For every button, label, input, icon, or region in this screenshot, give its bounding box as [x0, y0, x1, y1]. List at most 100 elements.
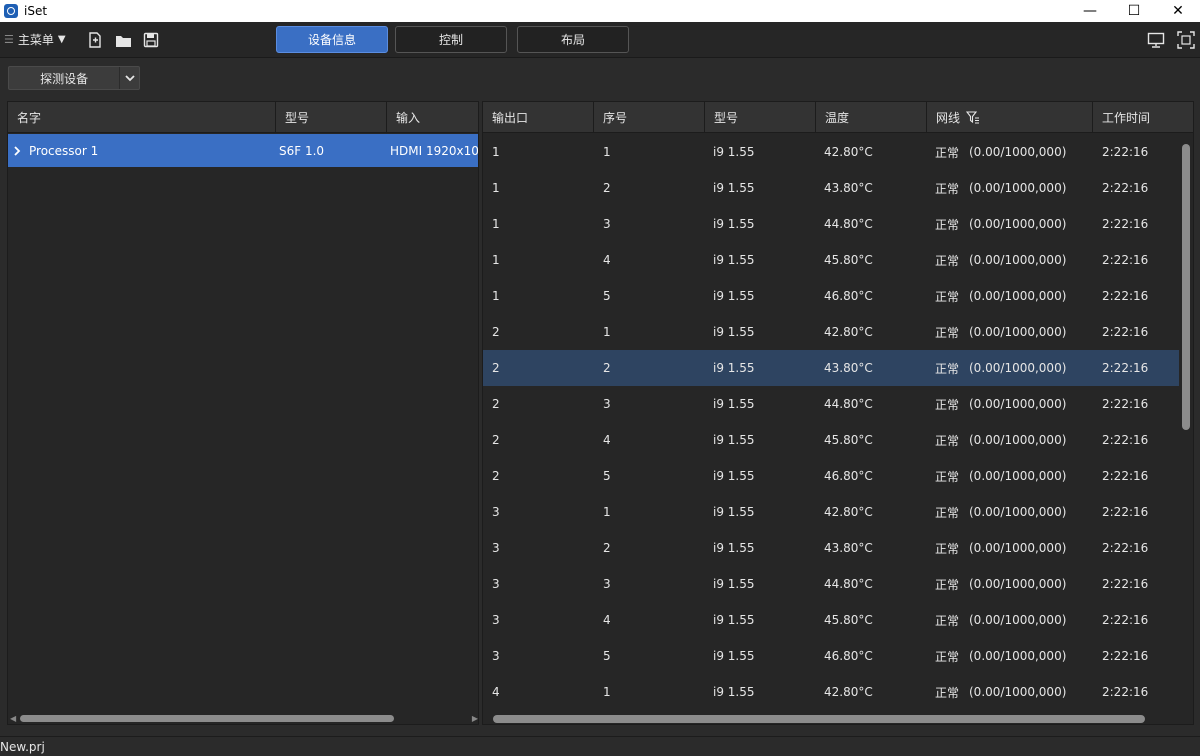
table-row[interactable]: 2 4 i9 1.55 45.80°C 正常 (0.00/1000,000) 2:22:16: [483, 422, 1179, 458]
tab-layout[interactable]: 布局: [517, 26, 629, 53]
detect-device-button[interactable]: 探测设备: [8, 66, 140, 90]
cell-index: 3: [603, 217, 611, 231]
horizontal-scrollbar[interactable]: [483, 712, 1193, 724]
cell-uptime: 2:22:16: [1102, 325, 1149, 339]
column-header-model[interactable]: 型号: [276, 102, 387, 133]
cell-temperature: 45.80°C: [824, 253, 873, 267]
tab-control[interactable]: 控制: [395, 26, 507, 53]
column-header-name[interactable]: 名字: [8, 102, 276, 133]
device-row[interactable]: Processor 1 S6F 1.0 HDMI 1920x1080: [8, 134, 478, 167]
cell-network-value: (0.00/1000,000): [969, 613, 1067, 627]
maximize-button[interactable]: ☐: [1112, 0, 1156, 22]
cell-network-status: 正常: [935, 325, 960, 340]
cell-network-value: (0.00/1000,000): [969, 505, 1067, 519]
project-file-name: New.prj: [0, 739, 45, 754]
cell-model: i9 1.55: [713, 649, 755, 663]
table-row[interactable]: 2 1 i9 1.55 42.80°C 正常 (0.00/1000,000) 2:22:16: [483, 314, 1179, 350]
cell-temperature: 44.80°C: [824, 217, 873, 231]
cell-output-port: 2: [492, 325, 500, 339]
cell-index: 3: [603, 577, 611, 591]
table-row[interactable]: 1 5 i9 1.55 46.80°C 正常 (0.00/1000,000) 2:22:16: [483, 278, 1179, 314]
table-row[interactable]: 2 5 i9 1.55 46.80°C 正常 (0.00/1000,000) 2:22:16: [483, 458, 1179, 494]
chevron-down-icon[interactable]: [119, 67, 139, 89]
table-row[interactable]: 3 4 i9 1.55 45.80°C 正常 (0.00/1000,000) 2:22:16: [483, 602, 1179, 638]
cell-network-value: (0.00/1000,000): [969, 181, 1067, 195]
column-header-index[interactable]: 序号: [594, 102, 705, 133]
cell-model: i9 1.55: [713, 433, 755, 447]
cell-model: i9 1.55: [713, 217, 755, 231]
cell-output-port: 3: [492, 505, 500, 519]
table-row[interactable]: 1 2 i9 1.55 43.80°C 正常 (0.00/1000,000) 2:22:16: [483, 170, 1179, 206]
cell-index: 2: [603, 181, 611, 195]
cell-output-port: 3: [492, 577, 500, 591]
vertical-scrollbar[interactable]: [1179, 134, 1193, 712]
cell-temperature: 43.80°C: [824, 181, 873, 195]
save-icon[interactable]: [142, 31, 160, 49]
scroll-right-icon[interactable]: ▶: [472, 714, 478, 723]
column-header-input[interactable]: 输入: [387, 102, 478, 133]
table-row[interactable]: 2 2 i9 1.55 43.80°C 正常 (0.00/1000,000) 2:22:16: [483, 350, 1179, 386]
cell-output-port: 1: [492, 253, 500, 267]
cell-index: 4: [603, 253, 611, 267]
cell-uptime: 2:22:16: [1102, 217, 1149, 231]
cell-model: i9 1.55: [713, 181, 755, 195]
column-header-network[interactable]: 网线: [927, 102, 1093, 133]
cell-network-status: 正常: [935, 469, 960, 484]
cell-temperature: 44.80°C: [824, 397, 873, 411]
table-row[interactable]: 1 3 i9 1.55 44.80°C 正常 (0.00/1000,000) 2:22:16: [483, 206, 1179, 242]
cell-network-status: 正常: [935, 181, 960, 196]
cell-model: i9 1.55: [713, 541, 755, 555]
expand-chevron-icon[interactable]: [13, 134, 25, 167]
table-row[interactable]: 1 4 i9 1.55 45.80°C 正常 (0.00/1000,000) 2:22:16: [483, 242, 1179, 278]
main-menu-button[interactable]: ☰ 主菜单 ▼: [4, 31, 66, 48]
title-bar: iSet — ☐ ✕: [0, 0, 1200, 22]
cell-network-status: 正常: [935, 217, 960, 232]
device-tree-header: 名字 型号 输入: [8, 102, 478, 133]
cell-index: 4: [603, 613, 611, 627]
cell-network-value: (0.00/1000,000): [969, 217, 1067, 231]
scrollbar-thumb[interactable]: [493, 715, 1145, 723]
table-row[interactable]: 3 5 i9 1.55 46.80°C 正常 (0.00/1000,000) 2:22:16: [483, 638, 1179, 674]
column-header-output-port[interactable]: 输出口: [483, 102, 594, 133]
cell-index: 1: [603, 505, 611, 519]
new-file-icon[interactable]: [86, 31, 104, 49]
fullscreen-icon[interactable]: [1175, 29, 1197, 51]
cell-network-value: (0.00/1000,000): [969, 397, 1067, 411]
table-row[interactable]: 3 3 i9 1.55 44.80°C 正常 (0.00/1000,000) 2:22:16: [483, 566, 1179, 602]
tab-device-info[interactable]: 设备信息: [276, 26, 388, 53]
cell-uptime: 2:22:16: [1102, 685, 1149, 699]
network-header-label: 网线: [936, 111, 961, 125]
monitor-icon[interactable]: [1145, 29, 1167, 51]
scrollbar-thumb[interactable]: [20, 715, 394, 722]
scroll-left-icon[interactable]: ◀: [10, 714, 16, 723]
cell-output-port: 1: [492, 289, 500, 303]
table-row[interactable]: 2 3 i9 1.55 44.80°C 正常 (0.00/1000,000) 2:22:16: [483, 386, 1179, 422]
column-header-uptime[interactable]: 工作时间: [1093, 102, 1193, 133]
cell-temperature: 42.80°C: [824, 145, 873, 159]
scrollbar-thumb[interactable]: [1182, 144, 1190, 430]
close-button[interactable]: ✕: [1156, 0, 1200, 22]
cell-network-status: 正常: [935, 253, 960, 268]
filter-icon[interactable]: [966, 111, 980, 124]
cell-network-status: 正常: [935, 289, 960, 304]
cell-index: 2: [603, 361, 611, 375]
window-controls: — ☐ ✕: [1068, 0, 1200, 22]
receiver-table-body: 1 1 i9 1.55 42.80°C 正常 (0.00/1000,000) 2:22:16…: [483, 134, 1179, 712]
cell-uptime: 2:22:16: [1102, 433, 1149, 447]
table-row[interactable]: 1 1 i9 1.55 42.80°C 正常 (0.00/1000,000) 2:22:16: [483, 134, 1179, 170]
cell-network-status: 正常: [935, 649, 960, 664]
cell-output-port: 3: [492, 541, 500, 555]
column-header-model[interactable]: 型号: [705, 102, 816, 133]
column-header-temperature[interactable]: 温度: [816, 102, 927, 133]
cell-temperature: 42.80°C: [824, 685, 873, 699]
cell-uptime: 2:22:16: [1102, 253, 1149, 267]
table-row[interactable]: 3 1 i9 1.55 42.80°C 正常 (0.00/1000,000) 2:22:16: [483, 494, 1179, 530]
table-row[interactable]: 4 1 i9 1.55 42.80°C 正常 (0.00/1000,000) 2:22:16: [483, 674, 1179, 710]
cell-index: 2: [603, 541, 611, 555]
open-folder-icon[interactable]: [114, 31, 132, 49]
cell-network-value: (0.00/1000,000): [969, 433, 1067, 447]
minimize-button[interactable]: —: [1068, 0, 1112, 22]
horizontal-scrollbar[interactable]: ◀ ▶: [8, 712, 478, 724]
table-row[interactable]: 3 2 i9 1.55 43.80°C 正常 (0.00/1000,000) 2:22:16: [483, 530, 1179, 566]
cell-output-port: 1: [492, 145, 500, 159]
